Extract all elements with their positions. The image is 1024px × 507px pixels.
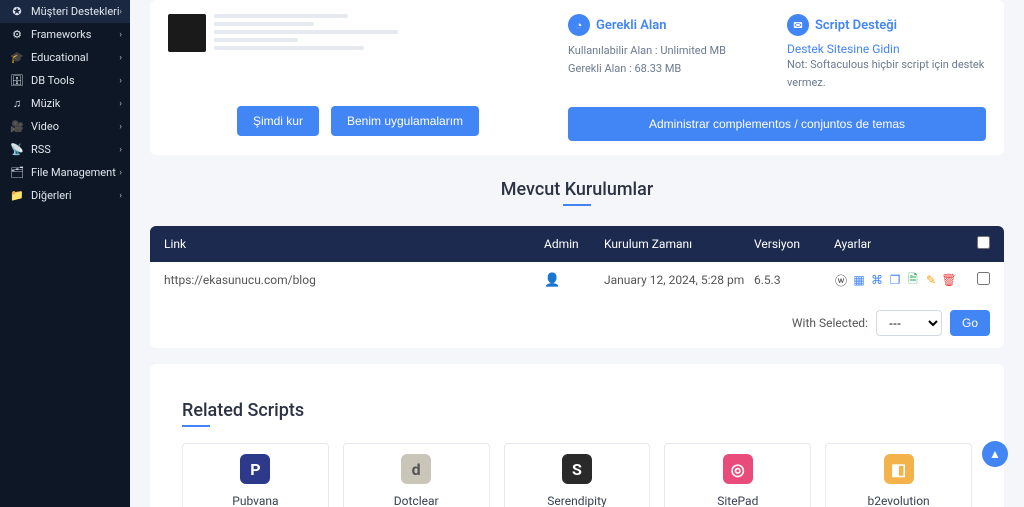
related-b2evolution[interactable]: ◧b2evolution <box>825 443 972 507</box>
chevron-right-icon: › <box>119 145 122 155</box>
title-underline <box>563 204 591 206</box>
sidebar-item-label: Frameworks <box>31 28 91 41</box>
installs-section: Mevcut Kurulumlar Link Admin Kurulum Zam… <box>150 179 1004 348</box>
delete-icon[interactable]: 🗑 <box>942 273 956 287</box>
sidebar-item-educational[interactable]: 🎓 Educational › <box>0 46 130 69</box>
overview-card: Şimdi kur Benim uygulamalarım ◔ Gerekli A… <box>150 0 1004 155</box>
install-time: January 12, 2024, 5:28 pm <box>604 273 754 287</box>
support-note: Not: Softaculous hiçbir script için dest… <box>787 56 986 91</box>
select-all-checkbox[interactable] <box>977 236 990 249</box>
sidebar-item-filemgmt[interactable]: 🗂 File Management› <box>0 161 130 184</box>
chevron-right-icon: › <box>119 191 122 201</box>
related-serendipity[interactable]: SSerendipity <box>504 443 651 507</box>
wordpress-icon[interactable]: ⓦ <box>834 273 848 287</box>
info-panel: ◔ Gerekli Alan Kullanılabilir Alan : Unli… <box>568 14 986 141</box>
sidebar: ✪Müşteri Destekleri› ⚙Frameworks› 🎓Educa… <box>0 0 130 507</box>
sidebar-item-label: Müşteri Destekleri <box>31 5 120 18</box>
chevron-right-icon: › <box>119 76 122 86</box>
sidebar-item-video[interactable]: 🎥 Video › <box>0 115 130 138</box>
installs-table: Link Admin Kurulum Zamanı Versiyon Ayarl… <box>150 226 1004 348</box>
sidebar-item-support[interactable]: ✪ Müşteri Destekleri› <box>0 0 130 23</box>
admin-icon[interactable]: 👤 <box>544 273 604 288</box>
related-sitepad[interactable]: ◎SitePad <box>664 443 811 507</box>
chevron-right-icon: › <box>119 7 122 17</box>
script-support-info: ✉ Script Desteği Destek Sitesine Gidin No… <box>787 14 986 91</box>
sidebar-item-frameworks[interactable]: ⚙ Frameworks › <box>0 23 130 46</box>
related-pubvana[interactable]: PPubvana <box>182 443 329 507</box>
preview-thumbnail <box>168 14 206 52</box>
install-link[interactable]: https://ekasunucu.com/blog <box>164 273 544 287</box>
admin-plugins-button[interactable]: Administrar complementos / conjuntos de … <box>568 107 986 141</box>
space-icon: ◔ <box>568 14 590 36</box>
sidebar-item-dbtools[interactable]: 🗄 DB Tools › <box>0 69 130 92</box>
with-selected-row: With Selected: --- Go <box>150 298 1004 348</box>
col-time: Kurulum Zamanı <box>604 237 754 251</box>
folder-icon: 📁 <box>10 189 24 202</box>
space-available: Kullanılabilir Alan : Unlimited MB <box>568 42 767 60</box>
sidebar-item-label: File Management <box>31 166 116 179</box>
related-underline <box>182 425 210 427</box>
table-header: Link Admin Kurulum Zamanı Versiyon Ayarl… <box>150 226 1004 262</box>
database-icon: 🗄 <box>10 74 24 87</box>
related-card: Related Scripts PPubvana dDotclear SSere… <box>150 364 1004 507</box>
col-link: Link <box>164 237 544 251</box>
preview-panel: Şimdi kur Benim uygulamalarım <box>168 14 548 141</box>
manage-icon[interactable]: ▦ <box>852 273 866 287</box>
chevron-right-icon: › <box>119 168 122 178</box>
table-row: https://ekasunucu.com/blog 👤 January 12,… <box>150 262 1004 298</box>
related-title: Related Scripts <box>182 400 986 421</box>
installs-title: Mevcut Kurulumlar <box>150 179 1004 200</box>
sidebar-item-music[interactable]: ♫ Müzik › <box>0 92 130 115</box>
edit-icon[interactable]: ✎ <box>924 273 938 287</box>
serendipity-icon: S <box>562 454 592 484</box>
sidebar-item-others[interactable]: 📁 Diğerleri › <box>0 184 130 207</box>
col-settings: Ayarlar <box>834 237 966 251</box>
chevron-right-icon: › <box>119 99 122 109</box>
video-icon: 🎥 <box>10 120 24 133</box>
support-icon: ✪ <box>10 5 24 18</box>
sidebar-item-label: RSS <box>31 143 51 156</box>
sidebar-item-label: Educational <box>31 51 88 64</box>
dotclear-icon: d <box>401 454 431 484</box>
scroll-top-button[interactable]: ▲ <box>982 441 1008 467</box>
with-selected-label: With Selected: <box>792 316 868 330</box>
col-version: Versiyon <box>754 237 834 251</box>
sidebar-item-label: Diğerleri <box>31 189 72 202</box>
space-required: Gerekli Alan : 68.33 MB <box>568 60 767 78</box>
files-icon: 🗂 <box>10 166 24 179</box>
chevron-right-icon: › <box>119 122 122 132</box>
script-title: Script Desteği <box>815 18 897 33</box>
col-admin: Admin <box>544 237 604 251</box>
gear-icon: ⚙ <box>10 28 24 41</box>
b2evolution-icon: ◧ <box>884 454 914 484</box>
bulk-action-select[interactable]: --- <box>876 310 942 336</box>
sidebar-item-rss[interactable]: 📡 RSS › <box>0 138 130 161</box>
script-icon: ✉ <box>787 14 809 36</box>
sidebar-item-label: DB Tools <box>31 74 75 87</box>
install-now-button[interactable]: Şimdi kur <box>237 106 319 136</box>
chevron-right-icon: › <box>119 30 122 40</box>
my-apps-button[interactable]: Benim uygulamalarım <box>331 106 479 136</box>
sidebar-item-label: Müzik <box>31 97 60 110</box>
related-row: PPubvana dDotclear SSerendipity ◎SitePad… <box>168 443 986 507</box>
clone-icon[interactable]: ❐ <box>888 273 902 287</box>
chevron-right-icon: › <box>119 53 122 63</box>
backup-icon[interactable]: 🗎 <box>906 273 920 287</box>
pubvana-icon: P <box>240 454 270 484</box>
rss-icon: 📡 <box>10 143 24 156</box>
music-icon: ♫ <box>10 97 24 110</box>
space-info: ◔ Gerekli Alan Kullanılabilir Alan : Unli… <box>568 14 767 91</box>
sidebar-item-label: Video <box>31 120 59 133</box>
education-icon: 🎓 <box>10 51 24 64</box>
support-link[interactable]: Destek Sitesine Gidin <box>787 42 986 56</box>
space-title: Gerekli Alan <box>596 18 667 33</box>
main-content: Şimdi kur Benim uygulamalarım ◔ Gerekli A… <box>130 0 1024 507</box>
install-version: 6.5.3 <box>754 273 834 287</box>
row-checkbox[interactable] <box>977 272 990 285</box>
related-dotclear[interactable]: dDotclear <box>343 443 490 507</box>
sitemap-icon[interactable]: ⌘ <box>870 273 884 287</box>
go-button[interactable]: Go <box>950 310 990 336</box>
settings-icons: ⓦ ▦ ⌘ ❐ 🗎 ✎ 🗑 <box>834 273 966 287</box>
sitepad-icon: ◎ <box>723 454 753 484</box>
